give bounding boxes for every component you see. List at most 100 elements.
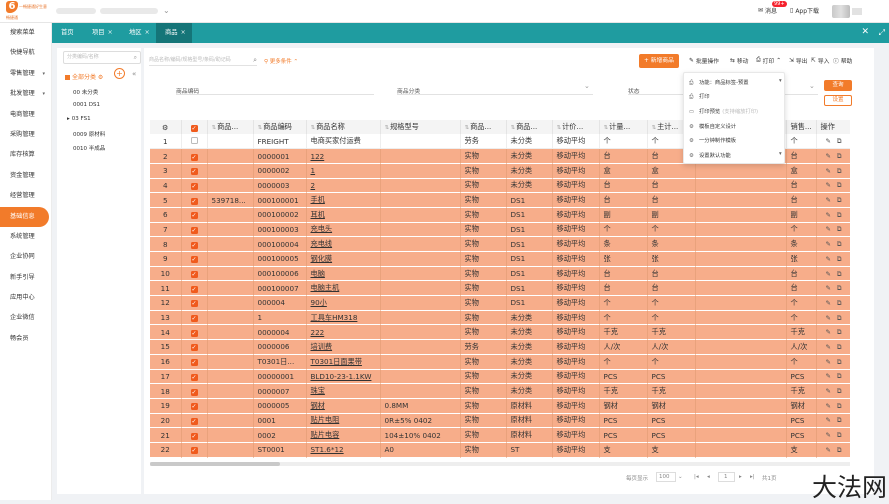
column-header[interactable]: ⚙	[150, 120, 182, 134]
code-filter-input[interactable]	[176, 94, 374, 95]
column-header[interactable]: ⇅商品编码	[253, 120, 307, 134]
table-row[interactable]: 4 ✓ 0000003 2 实物 未分类 移动平均台台台 ✎ ⧉	[150, 178, 850, 194]
close-tab-icon[interactable]: ×	[145, 29, 150, 36]
table-row[interactable]: 13 ✓ 1 工具车HM318 实物 未分类 移动平均个个个 ✎ ⧉	[150, 310, 850, 326]
copy-icon[interactable]: ⧉	[837, 167, 842, 176]
edit-icon[interactable]: ✎	[825, 284, 830, 293]
row-checkbox-cell[interactable]: ✓	[181, 324, 208, 341]
edit-icon[interactable]: ✎	[825, 211, 830, 220]
export-button[interactable]: ⇲ 导出	[789, 56, 807, 66]
copy-icon[interactable]: ⧉	[837, 255, 842, 264]
copy-icon[interactable]: ⧉	[837, 225, 842, 234]
row-checkbox-cell[interactable]: ✓	[181, 178, 208, 194]
sidebar-item[interactable]: 采购管理	[0, 125, 51, 145]
column-header[interactable]: 操作	[816, 120, 850, 134]
product-name-link[interactable]: 电脑主机	[306, 280, 381, 297]
table-row[interactable]: 9 ✓ 000100005 钢化膜 实物 DS1 移动平均张张张 ✎ ⧉	[150, 251, 850, 267]
row-checkbox-cell[interactable]: ✓	[181, 295, 208, 311]
table-row[interactable]: 7 ✓ 000100003 充电头 实物 DS1 移动平均个个个 ✎ ⧉	[150, 222, 850, 238]
row-checkbox[interactable]: ✓	[190, 212, 198, 220]
edit-icon[interactable]: ✎	[825, 137, 830, 146]
sort-icon[interactable]: ⇅	[465, 125, 470, 131]
close-tab-icon[interactable]: ×	[181, 29, 186, 36]
product-name-link[interactable]: 2	[306, 178, 381, 194]
edit-icon[interactable]: ✎	[825, 255, 830, 264]
app-download-button[interactable]: ▯ App下载	[790, 6, 819, 15]
tab[interactable]: 首页	[52, 23, 82, 43]
sidebar-item[interactable]: 电商管理	[0, 105, 51, 125]
settings-icon[interactable]: ⚙	[162, 123, 168, 132]
print-menu-item[interactable]: ⎙ 功能：商品标签-预置 ▾	[689, 78, 782, 87]
tree-node[interactable]: 0010 半成品	[73, 144, 105, 152]
table-row[interactable]: 22 ✓ ST0001 ST1.6*12 A0 实物 ST 移动平均支支支 ✎ ⧉	[150, 442, 850, 458]
product-name-link[interactable]: 钢材	[306, 398, 381, 414]
row-checkbox-cell[interactable]: ✓	[181, 442, 208, 458]
copy-icon[interactable]: ⧉	[837, 181, 842, 190]
edit-icon[interactable]: ✎	[825, 225, 830, 234]
sidebar-item[interactable]: 快捷导航	[0, 43, 51, 63]
product-name-link[interactable]: 贴片电阻	[306, 413, 381, 429]
copy-icon[interactable]: ⧉	[837, 270, 842, 279]
import-button[interactable]: ⇱ 导入	[811, 56, 829, 66]
row-checkbox[interactable]: ✓	[190, 359, 198, 367]
copy-icon[interactable]: ⧉	[837, 416, 842, 425]
copy-icon[interactable]: ⧉	[837, 358, 842, 367]
search-icon[interactable]: ⌕	[134, 52, 137, 63]
table-row[interactable]: 11 ✓ 000100007 电脑主机 实物 DS1 移动平均台台台 ✎ ⧉	[150, 280, 850, 297]
copy-icon[interactable]: ⧉	[837, 446, 842, 455]
edit-icon[interactable]: ✎	[825, 270, 830, 279]
product-name-link[interactable]: ST1.6*12	[306, 442, 381, 458]
row-checkbox-cell[interactable]: ✓	[181, 383, 208, 399]
row-checkbox[interactable]	[190, 136, 198, 144]
product-name-link[interactable]: T0301日面果带	[306, 354, 381, 370]
copy-icon[interactable]: ⧉	[837, 431, 842, 440]
row-checkbox-cell[interactable]: ✓	[181, 236, 208, 252]
sort-icon[interactable]: ⇅	[557, 125, 562, 131]
table-row[interactable]: 6 ✓ 000100002 耳机 实物 DS1 移动平均副副副 ✎ ⧉	[150, 207, 850, 223]
copy-icon[interactable]: ⧉	[837, 314, 842, 323]
select-all-checkbox[interactable]: ✓	[190, 124, 198, 132]
tree-node[interactable]: 0009 原材料	[73, 130, 105, 138]
row-checkbox[interactable]: ✓	[190, 315, 198, 323]
sidebar-item[interactable]: 畅会员	[0, 329, 51, 349]
copy-icon[interactable]: ⧉	[837, 402, 842, 411]
row-checkbox-cell[interactable]: ✓	[181, 339, 208, 355]
row-checkbox-cell[interactable]: ✓	[181, 148, 208, 164]
product-name-link[interactable]: 1	[306, 163, 381, 179]
row-checkbox[interactable]: ✓	[190, 182, 198, 190]
row-checkbox[interactable]: ✓	[190, 300, 198, 308]
prev-page-icon[interactable]: ◂	[707, 474, 710, 480]
row-checkbox[interactable]: ✓	[190, 403, 198, 411]
row-checkbox-cell[interactable]: ✓	[181, 192, 208, 208]
logo[interactable]: 6 —畅捷通好生意 畅捷通	[4, 1, 48, 22]
edit-icon[interactable]: ✎	[825, 343, 830, 352]
edit-icon[interactable]: ✎	[825, 387, 830, 396]
tree-node[interactable]: 0001 DS1	[73, 102, 100, 108]
table-row[interactable]: 17 ✓ 00000001 BLD10-23-1.1KW 实物 未分类 移动平均 PCS PCS…	[150, 369, 850, 385]
column-header[interactable]: ✓	[181, 120, 208, 134]
row-checkbox-cell[interactable]: ✓	[181, 310, 208, 326]
row-checkbox-cell[interactable]: ✓	[181, 354, 208, 370]
sidebar-item[interactable]: 应用中心	[0, 288, 51, 308]
copy-icon[interactable]: ⧉	[837, 152, 842, 161]
sort-icon[interactable]: ⇅	[258, 125, 263, 131]
edit-icon[interactable]: ✎	[825, 446, 830, 455]
edit-icon[interactable]: ✎	[825, 328, 830, 337]
print-menu-item[interactable]: ▭ 打印预览 (支持缩放打印)	[689, 107, 758, 115]
row-checkbox-cell[interactable]: ✓	[181, 222, 208, 238]
edit-icon[interactable]: ✎	[825, 196, 830, 205]
column-header[interactable]: ⇅商品...	[460, 120, 507, 134]
batch-operations-button[interactable]: ✎ 批量操作	[689, 56, 719, 66]
row-checkbox[interactable]: ✓	[190, 329, 198, 337]
row-checkbox-cell[interactable]: ✓	[181, 280, 208, 297]
move-button[interactable]: ⇆ 移动	[730, 56, 748, 66]
print-menu-item[interactable]: ⎙ 打印	[689, 92, 710, 101]
product-name-link[interactable]: BLD10-23-1.1KW	[306, 369, 381, 385]
row-checkbox[interactable]: ✓	[190, 373, 198, 381]
row-checkbox-cell[interactable]: ✓	[181, 163, 208, 179]
edit-icon[interactable]: ✎	[825, 314, 830, 323]
sidebar-item[interactable]: 资金管理	[0, 166, 51, 186]
product-name-link[interactable]: 工具车HM318	[306, 310, 381, 326]
edit-icon[interactable]: ✎	[825, 416, 830, 425]
help-button[interactable]: ⓘ 帮助	[833, 56, 852, 65]
